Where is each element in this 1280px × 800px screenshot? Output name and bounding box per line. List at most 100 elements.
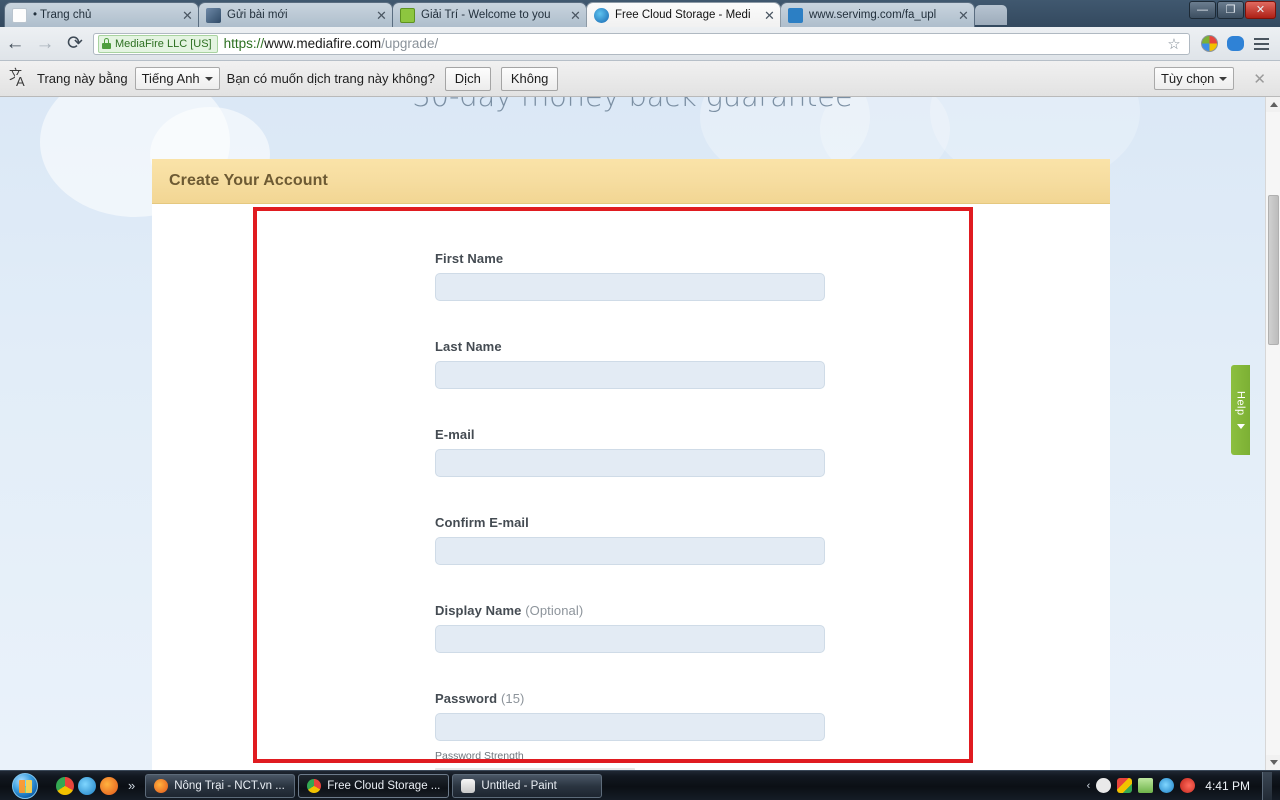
translate-button[interactable]: Dịch xyxy=(444,66,491,91)
translate-prefix: Trang này bằng xyxy=(37,71,128,86)
translate-bar-right: Tùy chọn ✕ xyxy=(1147,67,1272,90)
url-path: /upgrade/ xyxy=(381,36,439,51)
panel-header: Create Your Account xyxy=(152,159,1110,204)
display-name-input[interactable] xyxy=(435,625,825,653)
translate-options-label: Tùy chọn xyxy=(1160,71,1215,86)
source-language-select[interactable]: Tiếng Anh xyxy=(134,67,220,90)
hidden-icons-chevron-icon[interactable]: ‹ xyxy=(1087,780,1091,792)
avatar-icon[interactable] xyxy=(1096,778,1112,793)
password-input[interactable] xyxy=(435,713,825,741)
browser-tab-5[interactable]: www.servimg.com/fa_upl ✕ xyxy=(780,2,975,27)
scrollbar-thumb[interactable] xyxy=(1268,195,1279,345)
browser-tab-2[interactable]: Gửi bài mới ✕ xyxy=(198,2,393,27)
tab-close-icon[interactable]: ✕ xyxy=(375,9,388,22)
close-translate-bar-icon[interactable]: ✕ xyxy=(1253,70,1266,88)
address-bar[interactable]: MediaFire LLC [US] https://www.mediafire… xyxy=(93,32,1190,55)
tab-title: www.servimg.com/fa_upl xyxy=(809,9,937,21)
battery-icon[interactable] xyxy=(1138,778,1154,793)
reload-button[interactable]: ⟳ xyxy=(60,29,90,59)
tab-title: Giải Trí - Welcome to you xyxy=(421,9,551,21)
decline-translate-button[interactable]: Không xyxy=(500,66,559,91)
field-password: Password (15) Password Strength xyxy=(435,691,825,770)
extension-palette-icon[interactable] xyxy=(1196,31,1222,57)
firefox-icon[interactable] xyxy=(100,776,118,795)
chevron-down-icon xyxy=(204,76,213,81)
field-last-name: Last Name xyxy=(435,339,825,389)
start-button[interactable] xyxy=(2,771,48,800)
taskbar-items: Nông Trại - NCT.vn ... Free Cloud Storag… xyxy=(145,773,603,798)
tab-close-icon[interactable]: ✕ xyxy=(181,9,194,22)
security-badge[interactable]: MediaFire LLC [US] xyxy=(98,34,218,53)
translate-icon: 文A xyxy=(9,68,26,89)
colors-icon[interactable] xyxy=(1117,778,1133,793)
show-desktop-button[interactable] xyxy=(1262,771,1272,800)
translate-bar: 文A Trang này bằng Tiếng Anh Bạn có muốn … xyxy=(0,61,1280,97)
menu-hamburger-icon[interactable] xyxy=(1248,31,1274,57)
first-name-input[interactable] xyxy=(435,273,825,301)
email-input[interactable] xyxy=(435,449,825,477)
field-label: Password (15) xyxy=(435,691,825,706)
field-label-text: Last Name xyxy=(435,339,502,354)
url-text: https://www.mediafire.com/upgrade/ xyxy=(224,36,439,51)
quick-launch: » xyxy=(56,776,141,795)
overflow-chevron-icon[interactable]: » xyxy=(128,778,135,793)
source-language-value: Tiếng Anh xyxy=(141,71,200,86)
close-window-button[interactable]: ✕ xyxy=(1245,1,1276,19)
translate-options-button[interactable]: Tùy chọn xyxy=(1153,67,1235,90)
help-tab-label: Help xyxy=(1234,391,1247,416)
mediafire-icon xyxy=(594,7,609,23)
back-button[interactable]: ← xyxy=(0,29,30,59)
browser-tab-4[interactable]: Free Cloud Storage - Medi ✕ xyxy=(586,2,781,27)
browser-tab-1[interactable]: • Trang chủ ✕ xyxy=(4,2,199,27)
field-confirm-email: Confirm E-mail xyxy=(435,515,825,565)
extension-chat-icon[interactable] xyxy=(1222,31,1248,57)
chevron-down-icon xyxy=(1219,76,1228,81)
field-label: First Name xyxy=(435,251,825,266)
browser-chrome: • Trang chủ ✕ Gửi bài mới ✕ Giải Trí - W… xyxy=(0,0,1280,97)
forward-button[interactable]: → xyxy=(30,29,60,59)
field-label-text: Confirm E-mail xyxy=(435,515,529,530)
scroll-up-arrow-icon[interactable] xyxy=(1266,97,1280,112)
translate-question: Bạn có muốn dịch trang này không? xyxy=(226,71,435,86)
field-display-name: Display Name (Optional) xyxy=(435,603,825,653)
firefox-icon xyxy=(154,778,169,793)
minimize-button[interactable]: — xyxy=(1189,1,1216,19)
maximize-button[interactable]: ❐ xyxy=(1217,1,1244,19)
chat-icon xyxy=(400,7,415,23)
signup-form: First Name Last Name E-mail Confirm E-ma… xyxy=(152,204,1110,770)
page-icon xyxy=(12,7,27,23)
chrome-icon[interactable] xyxy=(56,776,74,795)
scroll-down-arrow-icon[interactable] xyxy=(1266,755,1280,770)
edge-icon[interactable] xyxy=(78,776,96,795)
field-label: Display Name (Optional) xyxy=(435,603,825,618)
taskbar-item-label: Untitled - Paint xyxy=(481,779,557,792)
help-tab[interactable]: Help xyxy=(1231,365,1250,455)
confirm-email-input[interactable] xyxy=(435,537,825,565)
system-tray: ‹ 4:41 PM xyxy=(1087,771,1280,800)
tab-close-icon[interactable]: ✕ xyxy=(569,9,582,22)
taskbar-item-label: Nông Trại - NCT.vn ... xyxy=(174,779,285,792)
page-title: Create Your Account xyxy=(169,172,328,189)
tab-close-icon[interactable]: ✕ xyxy=(957,9,970,22)
field-optional-note: (Optional) xyxy=(525,603,584,618)
volume-muted-icon[interactable] xyxy=(1180,778,1196,793)
tab-close-icon[interactable]: ✕ xyxy=(763,9,776,22)
chrome-icon xyxy=(307,778,322,793)
network-icon[interactable] xyxy=(1159,778,1175,793)
windows-logo-icon xyxy=(12,772,38,799)
clock[interactable]: 4:41 PM xyxy=(1205,779,1250,793)
last-name-input[interactable] xyxy=(435,361,825,389)
new-tab-button[interactable] xyxy=(975,5,1007,25)
window-controls: — ❐ ✕ xyxy=(1189,1,1276,19)
page-scrollbar[interactable] xyxy=(1265,97,1280,770)
taskbar: » Nông Trại - NCT.vn ... Free Cloud Stor… xyxy=(0,770,1280,800)
taskbar-item-paint[interactable]: Untitled - Paint xyxy=(452,773,603,798)
browser-tab-3[interactable]: Giải Trí - Welcome to you ✕ xyxy=(392,2,587,27)
field-label-text: First Name xyxy=(435,251,504,266)
bookmark-star-icon[interactable]: ☆ xyxy=(1163,33,1185,55)
taskbar-item-label: Free Cloud Storage ... xyxy=(327,779,441,792)
paint-icon xyxy=(461,778,476,793)
taskbar-item-chrome[interactable]: Free Cloud Storage ... xyxy=(298,773,450,798)
taskbar-item-firefox[interactable]: Nông Trại - NCT.vn ... xyxy=(145,773,296,798)
password-strength-label: Password Strength xyxy=(435,750,524,762)
